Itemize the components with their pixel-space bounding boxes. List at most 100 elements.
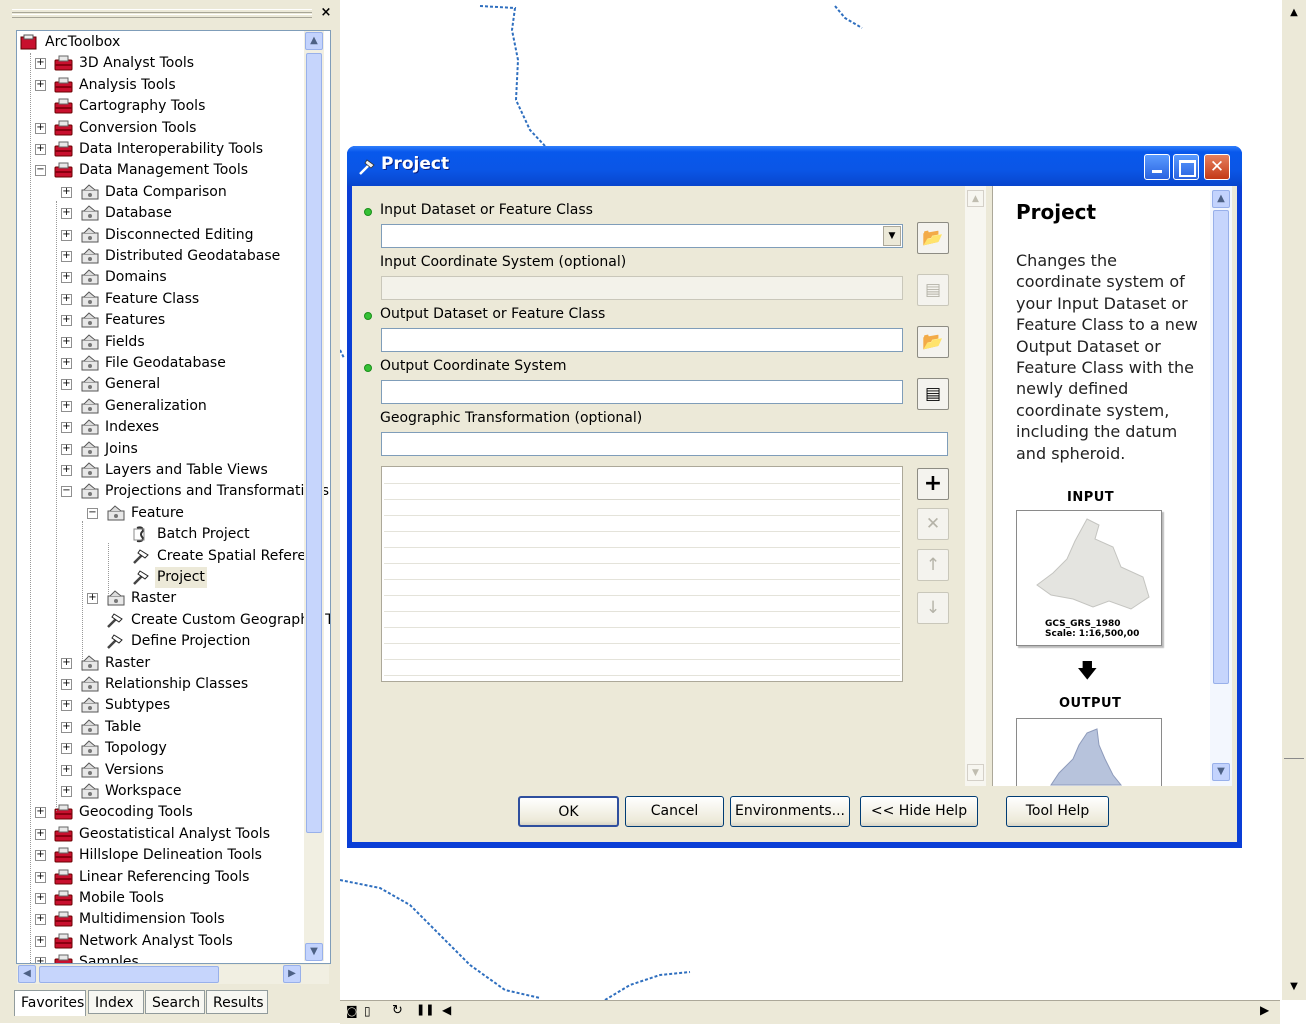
tree-item[interactable]: + Table xyxy=(17,717,317,738)
help-scrollbar[interactable]: ▲ ▼ xyxy=(1210,186,1232,786)
tree-item[interactable]: Batch Project xyxy=(17,524,317,545)
scroll-left-icon[interactable]: ◀ xyxy=(18,965,36,983)
tree-item[interactable]: + Conversion Tools xyxy=(17,118,317,139)
tab-index[interactable]: Index xyxy=(88,990,144,1014)
expand-icon[interactable]: + xyxy=(61,315,72,327)
tree-item[interactable]: + Data Comparison xyxy=(17,182,317,203)
map-vertical-scrollbar[interactable]: ▲ ▼ xyxy=(1282,0,1306,1000)
tree-item[interactable]: + Mobile Tools xyxy=(17,888,317,909)
output-dataset-field[interactable] xyxy=(381,328,903,352)
browse-output-button[interactable]: 📂 xyxy=(917,326,949,358)
collapse-icon[interactable]: − xyxy=(61,486,72,498)
cancel-button[interactable]: Cancel xyxy=(625,796,724,827)
expand-icon[interactable]: + xyxy=(35,914,46,926)
expand-icon[interactable]: + xyxy=(35,122,46,134)
tree-item[interactable]: + Features xyxy=(17,310,317,331)
expand-icon[interactable]: + xyxy=(35,58,46,70)
pause-icon[interactable]: ❚❚ xyxy=(416,1003,434,1016)
minimize-button[interactable] xyxy=(1144,154,1170,180)
tree-item[interactable]: + Topology xyxy=(17,738,317,759)
dialog-titlebar[interactable]: Project ✕ xyxy=(347,146,1242,186)
close-button[interactable]: ✕ xyxy=(1204,154,1230,180)
tree-item[interactable]: + Linear Referencing Tools xyxy=(17,867,317,888)
tree-item[interactable]: + Hillslope Delineation Tools xyxy=(17,845,317,866)
expand-icon[interactable]: + xyxy=(61,379,72,391)
tree-item[interactable]: + Geostatistical Analyst Tools xyxy=(17,824,317,845)
expand-icon[interactable]: + xyxy=(61,229,72,241)
tree-item[interactable]: + Subtypes xyxy=(17,695,317,716)
tree-item[interactable]: + Geocoding Tools xyxy=(17,802,317,823)
tree-item[interactable]: + Database xyxy=(17,203,317,224)
tree-item[interactable]: − Data Management Tools xyxy=(17,160,317,181)
expand-icon[interactable]: + xyxy=(35,850,46,862)
scroll-down-icon[interactable]: ▼ xyxy=(305,943,323,961)
expand-icon[interactable]: + xyxy=(87,593,98,605)
expand-icon[interactable]: + xyxy=(61,293,72,305)
tree-item[interactable]: + Indexes xyxy=(17,417,317,438)
tree-item[interactable]: + Joins xyxy=(17,439,317,460)
output-cs-properties-button[interactable]: ▤ xyxy=(917,378,949,410)
tree-item[interactable]: Cartography Tools xyxy=(17,96,317,117)
expand-icon[interactable]: + xyxy=(61,764,72,776)
add-icon[interactable]: + xyxy=(917,468,949,500)
scroll-up-icon[interactable]: ▲ xyxy=(1285,4,1303,22)
tree-item[interactable]: + Analysis Tools xyxy=(17,75,317,96)
geo-transform-field[interactable] xyxy=(381,432,948,456)
tree-item[interactable]: Create Custom Geographic T xyxy=(17,610,330,631)
tree-item[interactable]: + Versions xyxy=(17,760,317,781)
tree-item[interactable]: + Disconnected Editing xyxy=(17,225,317,246)
expand-icon[interactable]: + xyxy=(35,144,46,155)
scroll-down-icon[interactable]: ▼ xyxy=(1212,763,1230,781)
expand-icon[interactable]: + xyxy=(61,721,72,733)
expand-icon[interactable]: + xyxy=(35,807,46,819)
tree-item[interactable]: + Data Interoperability Tools xyxy=(17,139,317,160)
tab-search[interactable]: Search xyxy=(145,990,205,1014)
data-view-icon[interactable]: ◙ xyxy=(346,1004,358,1018)
browse-input-button[interactable]: 📂 xyxy=(917,222,949,254)
tree-item[interactable]: + Multidimension Tools xyxy=(17,909,317,930)
expand-icon[interactable]: + xyxy=(61,358,72,369)
scroll-down-icon[interactable]: ▼ xyxy=(1285,978,1303,996)
panel-grip[interactable] xyxy=(12,14,312,18)
tree-item[interactable]: − Projections and Transformations xyxy=(17,481,329,502)
tree-horizontal-scrollbar[interactable]: ◀ ▶ xyxy=(17,965,329,984)
scroll-right-icon[interactable]: ▶ xyxy=(283,965,301,983)
expand-icon[interactable]: + xyxy=(61,336,72,348)
scroll-thumb[interactable] xyxy=(306,53,322,833)
close-icon[interactable]: × xyxy=(318,5,334,21)
tree-item[interactable]: + File Geodatabase xyxy=(17,353,317,374)
expand-icon[interactable]: + xyxy=(61,208,72,220)
tree-item[interactable]: + Workspace xyxy=(17,781,317,802)
scroll-thumb[interactable] xyxy=(1213,210,1229,684)
refresh-icon[interactable]: ↻ xyxy=(392,1003,403,1018)
expand-icon[interactable]: + xyxy=(61,786,72,797)
expand-icon[interactable]: + xyxy=(35,871,46,883)
tree-item[interactable]: Create Spatial Referenc xyxy=(17,546,323,567)
tree-item[interactable]: + Generalization xyxy=(17,396,317,417)
ok-button[interactable]: OK xyxy=(518,796,619,827)
tree-item[interactable]: + Raster xyxy=(17,588,317,609)
tree-item[interactable]: + Distributed Geodatabase xyxy=(17,246,317,267)
scroll-thumb[interactable] xyxy=(39,966,219,983)
expand-icon[interactable]: + xyxy=(35,935,46,947)
tree-item[interactable]: + Layers and Table Views xyxy=(17,460,317,481)
panel-grip[interactable] xyxy=(12,9,312,13)
expand-icon[interactable]: + xyxy=(61,443,72,455)
expand-icon[interactable]: + xyxy=(61,272,72,284)
tree-item[interactable]: + Fields xyxy=(17,332,317,353)
tree-item[interactable]: Define Projection xyxy=(17,631,317,652)
expand-icon[interactable]: + xyxy=(61,700,72,712)
maximize-button[interactable] xyxy=(1173,154,1199,180)
scroll-up-icon[interactable]: ▲ xyxy=(305,32,323,50)
tree-item[interactable]: + Feature Class xyxy=(17,289,317,310)
collapse-icon[interactable]: − xyxy=(35,165,46,177)
expand-icon[interactable]: + xyxy=(61,400,72,412)
collapse-icon[interactable]: − xyxy=(87,507,98,519)
scroll-up-icon[interactable]: ▲ xyxy=(1212,190,1230,208)
tree-item[interactable]: + Domains xyxy=(17,267,317,288)
expand-icon[interactable]: + xyxy=(35,957,46,963)
scroll-down-icon[interactable]: ▼ xyxy=(967,764,984,781)
environments-button[interactable]: Environments... xyxy=(730,796,850,827)
expand-icon[interactable]: + xyxy=(61,422,72,434)
tree-vertical-scrollbar[interactable]: ▲ ▼ xyxy=(304,31,324,961)
